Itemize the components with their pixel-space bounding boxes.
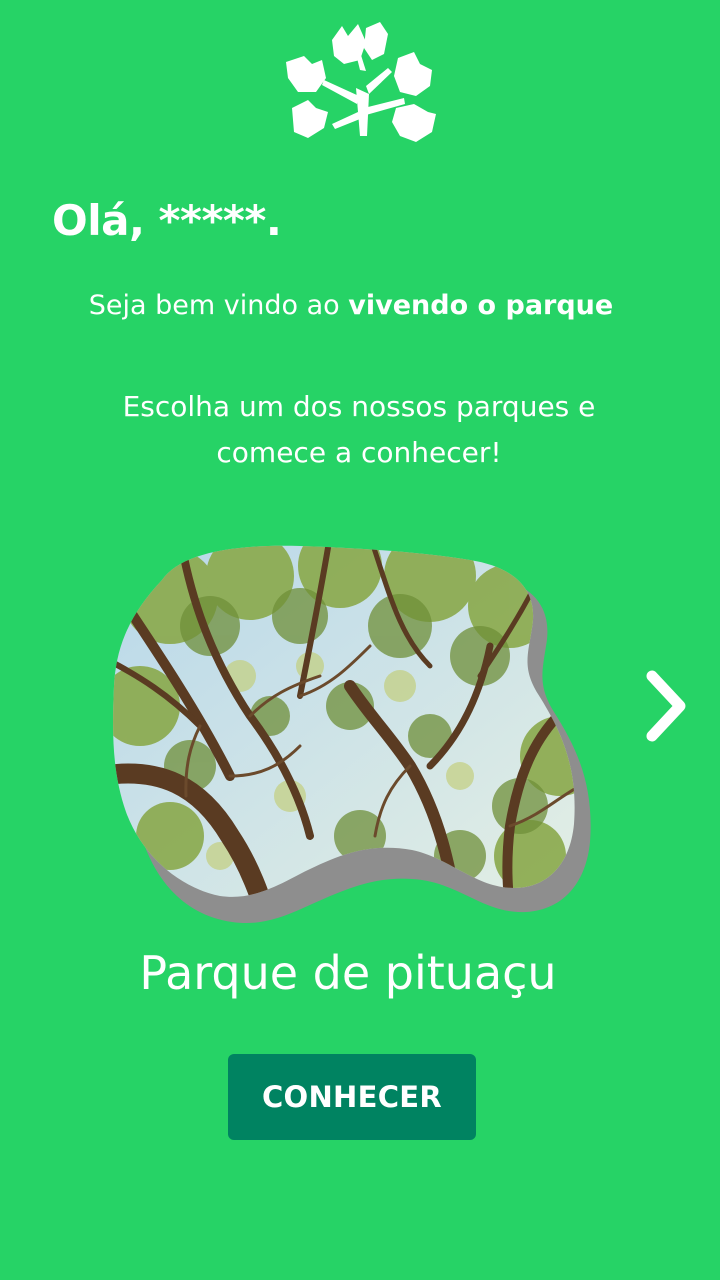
welcome-text: Seja bem vindo ao vivendo o parque	[0, 290, 702, 321]
instructions-line-2: comece a conhecer!	[216, 436, 502, 469]
instructions-text: Escolha um dos nossos parques e comece a…	[0, 384, 718, 476]
park-name: Parque de pituaçu	[139, 946, 557, 1000]
tree-logo-icon	[286, 22, 436, 142]
app-name: vivendo o parque	[348, 290, 614, 321]
park-selection-screen: Olá, *****. Seja bem vindo ao vivendo o …	[0, 0, 720, 1280]
chevron-right-icon[interactable]	[638, 664, 694, 748]
welcome-prefix: Seja bem vindo ao	[88, 290, 349, 321]
conhecer-button[interactable]: CONHECER	[228, 1054, 476, 1140]
instructions-line-1: Escolha um dos nossos parques e	[122, 390, 596, 423]
park-image	[113, 545, 591, 924]
greeting-text: Olá, *****.	[52, 196, 282, 245]
